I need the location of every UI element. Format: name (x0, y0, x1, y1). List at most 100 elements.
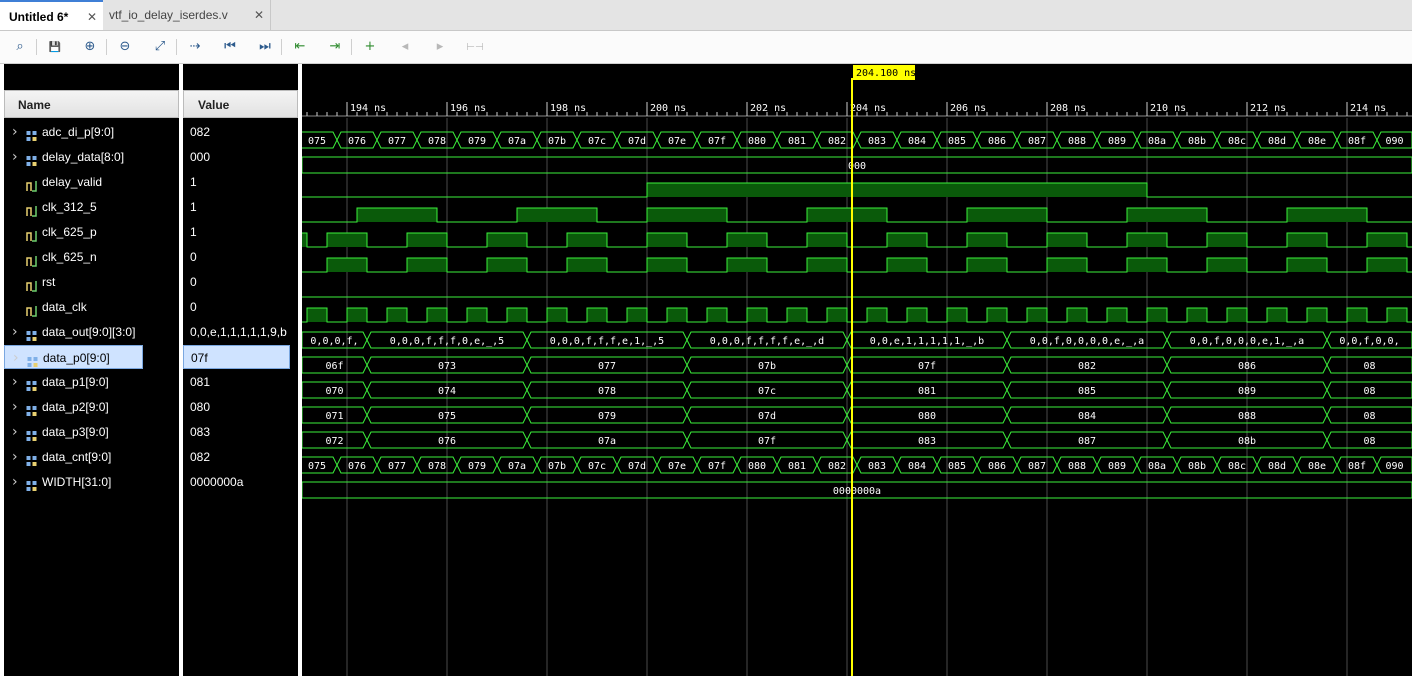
data-cnt-value-label: 07b (548, 461, 566, 472)
search-button[interactable]: ⌕ (9, 36, 31, 58)
signal-row-delay-valid[interactable]: delay_valid (4, 170, 179, 194)
clk-625-p-high-fill (1047, 233, 1087, 247)
signal-row-clk-625-p[interactable]: clk_625_p (4, 220, 179, 244)
signal-row-data-clk[interactable]: data_clk (4, 295, 179, 319)
chevron-right-icon[interactable]: › (12, 370, 18, 394)
chevron-right-icon[interactable]: › (12, 395, 18, 419)
signal-row-delay-data[interactable]: › delay_data[8:0] (4, 145, 179, 169)
ruler-label: 214 ns (1350, 103, 1386, 114)
data-clk-high-fill (307, 308, 327, 322)
signal-name: data_p0[9:0] (43, 351, 110, 365)
save-button[interactable]: 💾 (44, 36, 66, 58)
width-value-label: 0000000a (833, 486, 881, 497)
data-cnt-value-label: 087 (1028, 461, 1046, 472)
adc-di-p-value-label: 083 (868, 136, 886, 147)
close-icon[interactable]: ✕ (87, 2, 97, 32)
data-clk-high-fill (1227, 308, 1247, 322)
data-clk-high-fill (627, 308, 647, 322)
tab-untitled-6[interactable]: Untitled 6* ✕ (0, 0, 103, 30)
clk-625-n-high-fill (967, 258, 1007, 272)
adc-di-p-value-label: 07e (668, 136, 686, 147)
waveform-canvas[interactable]: 194 ns 196 ns 198 ns 200 ns 202 ns 204 ns 206 … (302, 64, 1412, 676)
chevron-right-icon[interactable]: › (13, 346, 19, 370)
adc-di-p-value-label: 084 (908, 136, 926, 147)
data-p3-value-label: 07a (598, 436, 616, 447)
delay-data-value-label: 000 (848, 161, 866, 172)
swap-cursors-button[interactable]: ⊢⊣ (464, 36, 486, 58)
go-to-time-zero-button[interactable]: ⏮ (219, 36, 241, 58)
zoom-out-button[interactable]: ⊖ (114, 36, 136, 58)
signal-row-data-p2[interactable]: › data_p2[9:0] (4, 395, 179, 419)
data-p1-value-label: 074 (438, 386, 456, 397)
clk-625-n-high-fill (327, 258, 367, 272)
data-out-value-label: 0,0,e,1,1,1,1,1,_,b (870, 336, 984, 347)
chevron-right-icon[interactable]: › (12, 145, 18, 169)
data-cnt-value-label: 086 (988, 461, 1006, 472)
adc-di-p-value-label: 08b (1188, 136, 1206, 147)
zoom-in-button[interactable]: ⊕ (79, 36, 101, 58)
zoom-fit-button[interactable]: ⤢ (149, 36, 171, 58)
tab-vtf-io-delay-iserdes[interactable]: vtf_io_delay_iserdes.v ✕ (103, 0, 271, 30)
data-cnt-value-label: 08c (1228, 461, 1246, 472)
chevron-right-icon[interactable]: › (12, 470, 18, 494)
signal-row-rst[interactable]: rst (4, 270, 179, 294)
signal-row-clk-625-n[interactable]: clk_625_n (4, 245, 179, 269)
add-marker-button[interactable]: + (359, 36, 381, 58)
name-column-header[interactable]: Name (4, 90, 179, 118)
signal-value: 0,0,e,1,1,1,1,1,9,b (190, 325, 287, 339)
signal-name: data_p1[9:0] (42, 375, 109, 389)
data-clk-high-fill (827, 308, 847, 322)
data-p1-value-label: 078 (598, 386, 616, 397)
data-p0-value-label: 077 (598, 361, 616, 372)
signal-row-width[interactable]: › WIDTH[31:0] (4, 470, 179, 494)
bus-signal-icon (27, 352, 39, 367)
clk-625-p-high-fill (407, 233, 447, 247)
data-clk-high-fill (867, 308, 887, 322)
next-marker-button[interactable]: ▸ (429, 36, 451, 58)
signal-row-data-out[interactable]: › data_out[9:0][3:0] (4, 320, 179, 344)
go-to-time-zero-icon: ⏮ (224, 39, 236, 54)
data-clk-high-fill (667, 308, 687, 322)
signal-value: 1 (190, 175, 197, 189)
adc-di-p-value-label: 080 (748, 136, 766, 147)
signal-row-data-p0[interactable]: › data_p0[9:0] (4, 345, 143, 369)
data-cnt-value-label: 08e (1308, 461, 1326, 472)
next-transition-button[interactable]: ⇥ (324, 36, 346, 58)
signal-name: adc_di_p[9:0] (42, 125, 115, 139)
adc-di-p-value-label: 08d (1268, 136, 1286, 147)
signal-value: 081 (190, 375, 211, 389)
signal-row-data-cnt[interactable]: › data_cnt[9:0] (4, 445, 179, 469)
adc-di-p-value-label: 085 (948, 136, 966, 147)
chevron-right-icon[interactable]: › (12, 120, 18, 144)
data-p3-value-label: 07f (758, 436, 776, 447)
signal-name: data_p3[9:0] (42, 425, 109, 439)
go-to-last-time-button[interactable]: ⏭ (254, 36, 276, 58)
go-to-cursor-button[interactable]: ⇢ (184, 36, 206, 58)
signal-value: 0000000a (190, 475, 244, 489)
data-clk-high-fill (1187, 308, 1207, 322)
signal-row-clk-312-5[interactable]: clk_312_5 (4, 195, 179, 219)
chevron-right-icon[interactable]: › (12, 320, 18, 344)
clk-625-p-high-fill (1127, 233, 1167, 247)
ruler-label: 212 ns (1250, 103, 1286, 114)
chevron-right-icon[interactable]: › (12, 445, 18, 469)
close-icon[interactable]: ✕ (254, 0, 264, 30)
data-cnt-value-label: 079 (468, 461, 486, 472)
signal-name: clk_625_n (42, 250, 97, 264)
previous-transition-button[interactable]: ⇤ (289, 36, 311, 58)
zoom-fit-icon: ⤢ (154, 39, 166, 54)
logic-signal-icon (26, 176, 38, 192)
data-p0-value-label: 07b (758, 361, 776, 372)
data-clk-high-fill (427, 308, 447, 322)
data-cnt-value-label: 082 (828, 461, 846, 472)
previous-marker-button[interactable]: ◂ (394, 36, 416, 58)
signal-row-data-p1[interactable]: › data_p1[9:0] (4, 370, 179, 394)
bus-signal-icon (26, 126, 38, 141)
signal-row-data-p3[interactable]: › data_p3[9:0] (4, 420, 179, 444)
signal-row-adc-di-p[interactable]: › adc_di_p[9:0] (4, 120, 179, 144)
signal-value: 0 (190, 300, 197, 314)
clk-625-p-high-fill (1287, 233, 1327, 247)
chevron-right-icon[interactable]: › (12, 420, 18, 444)
value-column-header[interactable]: Value (183, 90, 298, 118)
signal-value: 07f (183, 345, 290, 369)
